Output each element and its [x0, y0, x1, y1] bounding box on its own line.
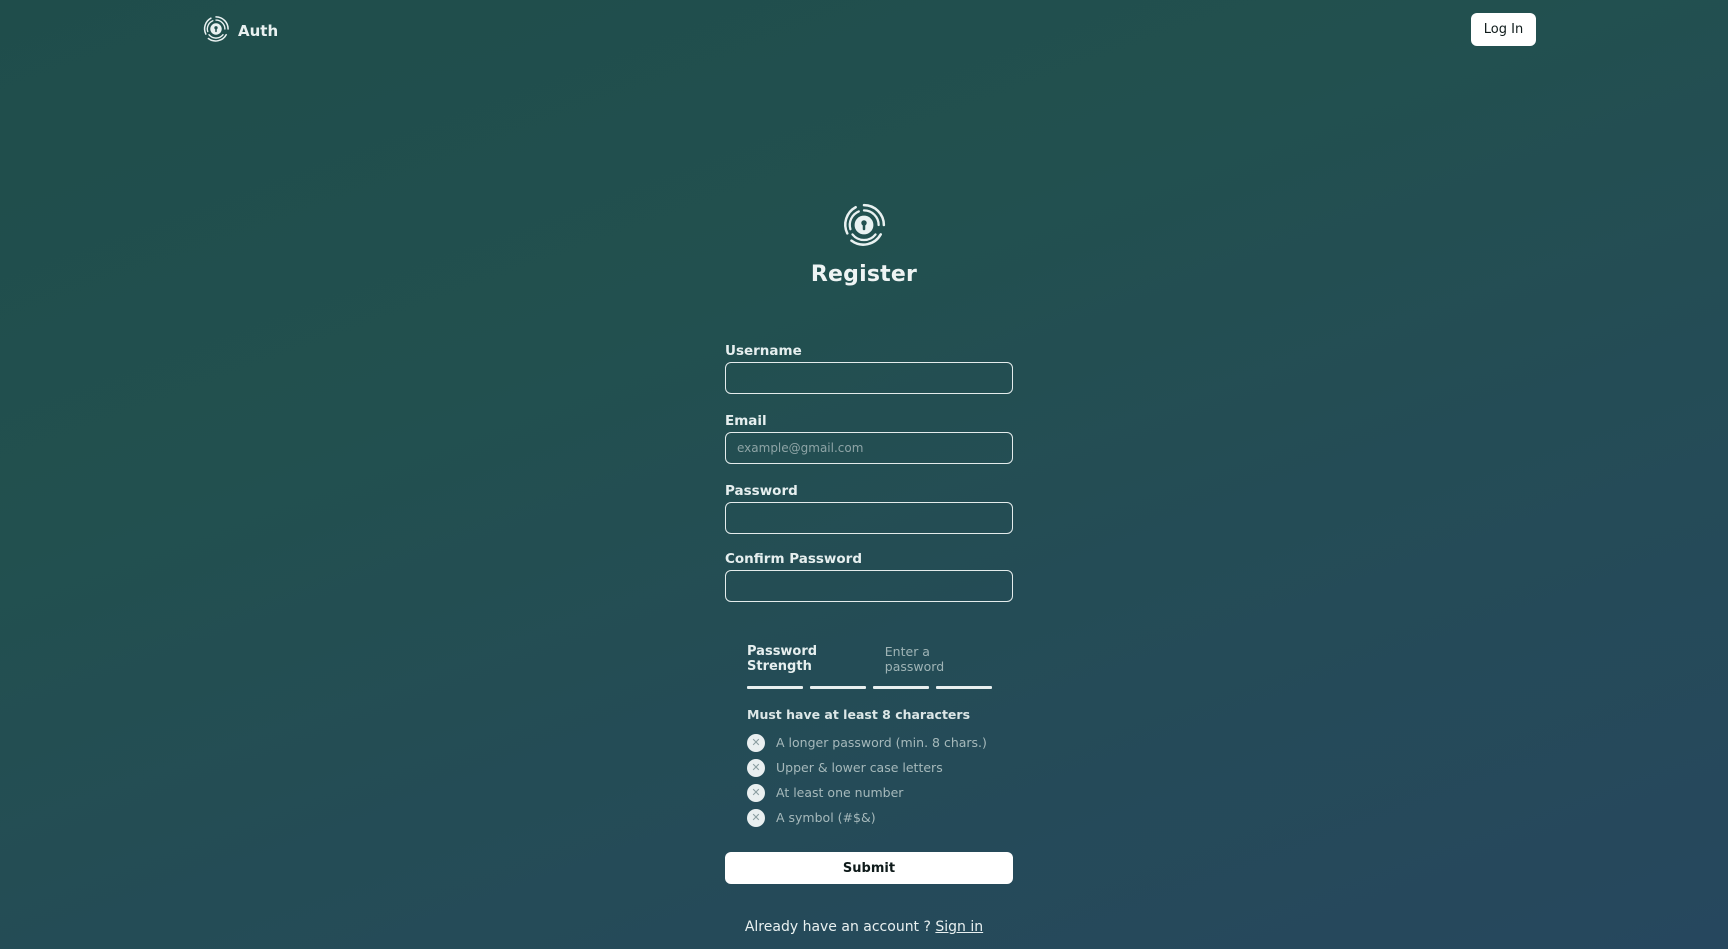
register-form: Username Email Password Confirm Password: [725, 343, 1013, 621]
requirement-item: ✕ Upper & lower case letters: [747, 755, 992, 780]
strength-bar: [747, 686, 803, 689]
fingerprint-lock-logo-icon: [0, 202, 1728, 248]
requirements-list: ✕ A longer password (min. 8 chars.) ✕ Up…: [747, 730, 992, 830]
email-input[interactable]: [725, 432, 1013, 464]
requirement-item: ✕ A longer password (min. 8 chars.): [747, 730, 992, 755]
strength-bar: [936, 686, 992, 689]
submit-button[interactable]: Submit: [725, 852, 1013, 884]
x-icon: ✕: [747, 808, 765, 827]
strength-bar: [810, 686, 866, 689]
requirement-item: ✕ At least one number: [747, 780, 992, 805]
username-field-group: Username: [725, 343, 1013, 394]
confirm-password-field-group: Confirm Password: [725, 551, 1013, 602]
password-strength-header: Password Strength Enter a password: [747, 644, 992, 674]
requirement-label: A symbol (#$&): [776, 810, 876, 825]
top-navbar: Auth Log In: [0, 0, 1728, 60]
username-input[interactable]: [725, 362, 1013, 394]
requirement-label: A longer password (min. 8 chars.): [776, 735, 987, 750]
password-strength-title: Password Strength: [747, 644, 818, 674]
requirement-label: Upper & lower case letters: [776, 760, 943, 775]
register-header: Register: [0, 202, 1728, 287]
strength-meter: [747, 686, 992, 689]
strength-bar: [873, 686, 929, 689]
sign-in-link[interactable]: Sign in: [935, 919, 983, 935]
username-label: Username: [725, 343, 802, 359]
password-label: Password: [725, 483, 798, 499]
email-label: Email: [725, 413, 767, 429]
x-icon: ✕: [747, 783, 765, 802]
confirm-password-label: Confirm Password: [725, 551, 863, 567]
x-icon: ✕: [747, 758, 765, 777]
email-field-group: Email: [725, 413, 1013, 464]
password-input[interactable]: [725, 502, 1013, 534]
brand-name: Auth: [238, 22, 279, 40]
x-icon: ✕: [747, 733, 765, 752]
sign-in-prompt-text: Already have an account ?: [744, 919, 931, 935]
password-field-group: Password: [725, 483, 1013, 534]
requirements-title: Must have at least 8 characters: [747, 707, 971, 722]
password-strength-status: Enter a password: [884, 644, 945, 674]
requirement-item: ✕ A symbol (#$&): [747, 805, 992, 830]
requirement-label: At least one number: [776, 785, 904, 800]
sign-in-prompt: Already have an account ? Sign in: [0, 919, 1728, 935]
brand[interactable]: Auth: [202, 15, 278, 47]
fingerprint-lock-logo-icon: [202, 15, 230, 47]
log-in-button[interactable]: Log In: [1471, 13, 1536, 46]
confirm-password-input[interactable]: [725, 570, 1013, 602]
page-title: Register: [810, 262, 918, 287]
password-strength-panel: Password Strength Enter a password Must …: [747, 644, 992, 830]
